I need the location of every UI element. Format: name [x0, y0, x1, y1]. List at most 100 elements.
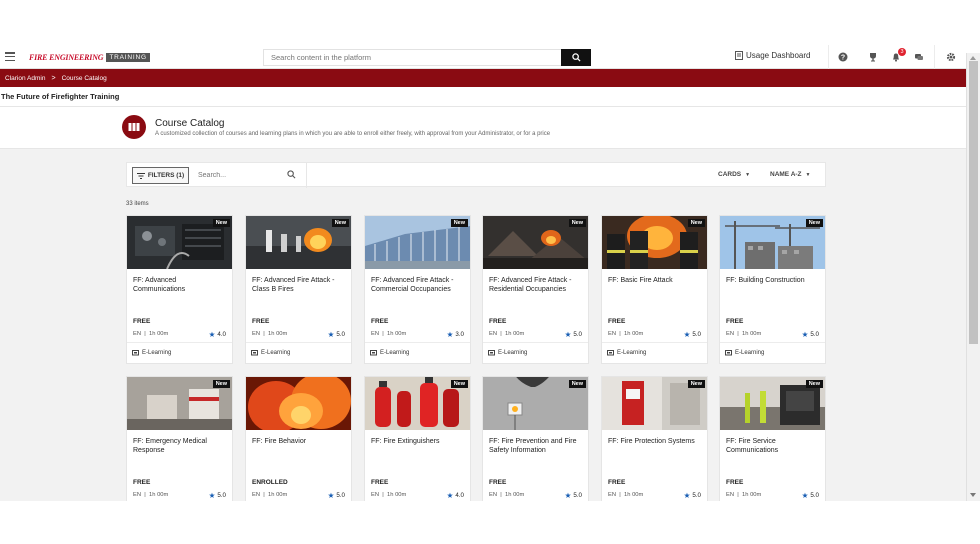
- new-badge: New: [212, 219, 230, 227]
- divider: [483, 342, 588, 343]
- star-icon: ★: [683, 330, 691, 339]
- items-count: 33 items: [126, 201, 149, 207]
- course-card[interactable]: New FF: Fire Protection Systems FREE EN | 1…: [601, 376, 708, 501]
- rating-value: 5.0: [810, 331, 819, 338]
- course-price: FREE: [371, 318, 389, 325]
- star-icon: ★: [446, 491, 454, 500]
- help-icon[interactable]: ?: [837, 51, 849, 63]
- chevron-down-icon: ▼: [805, 171, 811, 178]
- usage-dashboard-label: Usage Dashboard: [746, 51, 811, 60]
- course-duration: 1h 00m: [149, 492, 169, 498]
- elearning-icon: [370, 350, 377, 356]
- course-meta: EN | 1h 00m: [371, 331, 407, 337]
- notification-badge: 3: [898, 48, 906, 56]
- course-card[interactable]: New FF: Advanced Fire Attack - Class B Fi…: [245, 215, 352, 364]
- course-title: FF: Fire Protection Systems: [608, 438, 695, 445]
- course-meta: EN | 1h 00m: [726, 492, 762, 498]
- course-rating: ★ 5.0: [328, 330, 345, 339]
- new-badge: New: [687, 380, 705, 388]
- page-title: The Future of Firefighter Training: [1, 92, 120, 101]
- rating-value: 5.0: [573, 331, 582, 338]
- rating-value: 5.0: [336, 331, 345, 338]
- course-title: FF: Emergency Medical Response: [133, 438, 207, 454]
- star-icon: ★: [564, 491, 572, 500]
- star-icon: ★: [683, 491, 691, 500]
- course-rating: ★ 5.0: [802, 491, 819, 500]
- course-type: E-Learning: [370, 350, 409, 356]
- course-language: EN: [608, 492, 617, 498]
- filters-label: FILTERS (1): [147, 172, 185, 179]
- course-card[interactable]: New FF: Advanced Fire Attack - Commercial…: [364, 215, 471, 364]
- elearning-icon: [251, 350, 258, 356]
- course-type-label: E-Learning: [380, 350, 410, 356]
- catalog-header: Course Catalog A customized collection o…: [0, 107, 966, 149]
- divider: [365, 342, 470, 343]
- course-thumbnail: [246, 377, 351, 430]
- new-badge: New: [568, 380, 586, 388]
- elearning-icon: [488, 350, 495, 356]
- usage-dashboard-link[interactable]: Usage Dashboard: [735, 51, 810, 60]
- new-badge: New: [331, 219, 349, 227]
- view-mode-dropdown[interactable]: CARDS ▼: [718, 171, 750, 178]
- course-title: FF: Advanced Fire Attack - Residential O…: [489, 277, 572, 293]
- course-type: E-Learning: [488, 350, 527, 356]
- scroll-down-icon[interactable]: [970, 493, 976, 497]
- course-meta: EN | 1h 00m: [252, 331, 288, 337]
- breadcrumb-root[interactable]: Clarion Admin: [5, 75, 45, 82]
- course-type: E-Learning: [251, 350, 290, 356]
- course-meta: EN | 1h 00m: [726, 331, 762, 337]
- star-icon: ★: [208, 330, 216, 339]
- menu-icon[interactable]: [5, 52, 15, 62]
- course-card[interactable]: New FF: Advanced Communications FREE EN | 1…: [126, 215, 233, 364]
- global-search-input[interactable]: [263, 49, 561, 66]
- logo[interactable]: FIRE ENGINEERING TRAINING: [29, 51, 150, 63]
- star-icon: ★: [208, 491, 216, 500]
- course-duration: 1h 00m: [387, 331, 407, 337]
- course-title: FF: Fire Behavior: [252, 438, 307, 445]
- filters-button[interactable]: FILTERS (1): [132, 167, 189, 184]
- catalog-icon: [122, 115, 146, 139]
- course-type: E-Learning: [132, 350, 171, 356]
- gear-icon[interactable]: [945, 51, 957, 63]
- course-type-label: E-Learning: [735, 350, 765, 356]
- sort-dropdown[interactable]: NAME A-Z ▼: [770, 171, 811, 178]
- app-window: FIRE ENGINEERING TRAINING Usage Dashboar…: [0, 45, 980, 501]
- course-rating: ★ 3.0: [447, 330, 464, 339]
- search-icon[interactable]: [287, 170, 296, 179]
- course-language: EN: [726, 492, 735, 498]
- course-card[interactable]: New FF: Advanced Fire Attack - Residentia…: [482, 215, 589, 364]
- course-rating: ★ 4.0: [447, 491, 464, 500]
- course-price: FREE: [608, 318, 626, 325]
- rating-value: 4.0: [217, 331, 226, 338]
- divider: [934, 45, 935, 69]
- course-card[interactable]: New FF: Fire Extinguishers FREE EN | 1h 00m…: [364, 376, 471, 501]
- course-card[interactable]: New FF: Building Construction FREE EN | 1h …: [719, 215, 826, 364]
- course-card[interactable]: New FF: Basic Fire Attack FREE EN | 1h 00m ★…: [601, 215, 708, 364]
- course-duration: 1h 00m: [505, 492, 525, 498]
- course-price: FREE: [608, 479, 626, 486]
- catalog-search-input[interactable]: [194, 167, 300, 184]
- course-duration: 1h 00m: [268, 331, 288, 337]
- chat-icon[interactable]: [913, 51, 925, 63]
- scrollbar[interactable]: [966, 53, 980, 501]
- star-icon: ★: [327, 330, 335, 339]
- course-language: EN: [371, 492, 380, 498]
- course-rating: ★ 4.0: [209, 330, 226, 339]
- new-badge: New: [212, 380, 230, 388]
- course-type: E-Learning: [607, 350, 646, 356]
- course-duration: 1h 00m: [742, 331, 762, 337]
- scrollbar-thumb[interactable]: [969, 61, 978, 344]
- course-rating: ★ 5.0: [684, 330, 701, 339]
- trophy-icon[interactable]: [867, 51, 879, 63]
- svg-text:?: ?: [841, 55, 845, 62]
- catalog-title: Course Catalog: [155, 118, 225, 129]
- new-badge: New: [805, 219, 823, 227]
- course-card[interactable]: New FF: Fire Prevention and Fire Safety I…: [482, 376, 589, 501]
- course-card[interactable]: New FF: Emergency Medical Response FREE EN …: [126, 376, 233, 501]
- course-meta: EN | 1h 00m: [252, 492, 288, 498]
- new-badge: New: [450, 380, 468, 388]
- search-button[interactable]: [561, 49, 591, 66]
- scroll-up-icon[interactable]: [970, 56, 976, 60]
- course-card[interactable]: New FF: Fire Service Communications FREE EN…: [719, 376, 826, 501]
- course-card[interactable]: FF: Fire Behavior ENROLLED EN | 1h 00m ★ 5.0: [245, 376, 352, 501]
